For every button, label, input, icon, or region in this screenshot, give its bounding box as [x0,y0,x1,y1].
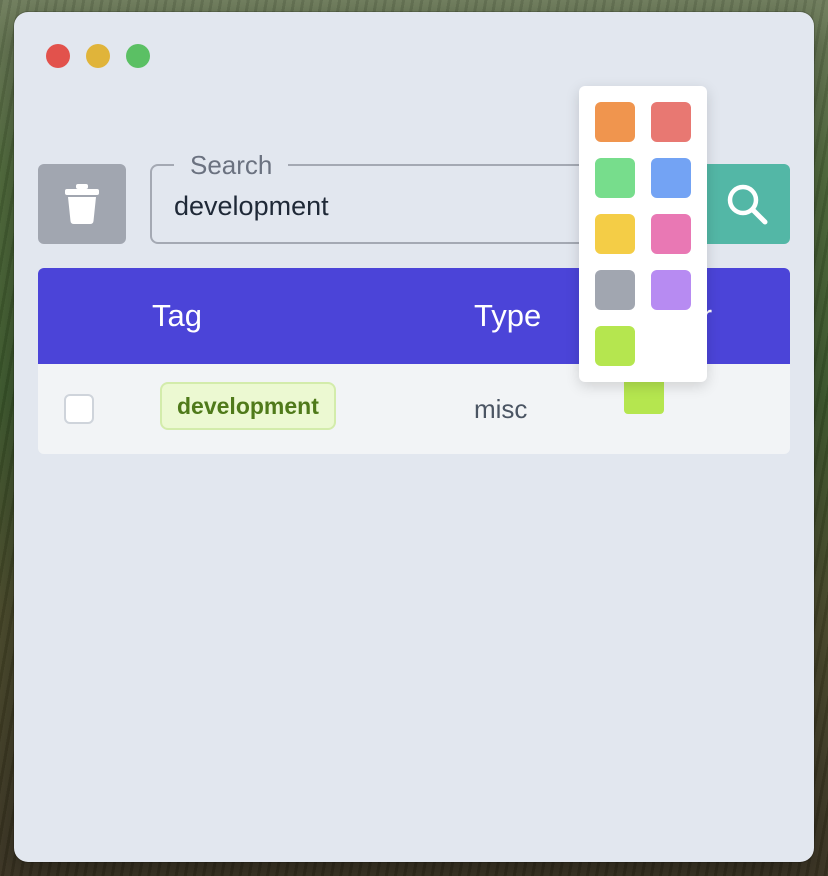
column-header-type[interactable]: Type [474,298,541,334]
type-cell: misc [474,394,528,424]
color-option-pink[interactable] [651,214,691,254]
trash-icon [65,184,99,224]
search-label: Search [174,150,289,181]
color-picker-popover [579,86,707,382]
row-checkbox[interactable] [64,394,94,424]
color-option-gray[interactable] [595,270,635,310]
search-field: Search [150,150,620,244]
column-header-tag[interactable]: Tag [152,298,202,334]
color-option-blue[interactable] [651,158,691,198]
close-window-button[interactable] [46,44,70,68]
search-input[interactable] [174,186,594,226]
color-option-orange[interactable] [595,102,635,142]
window-controls [46,44,150,68]
minimize-window-button[interactable] [86,44,110,68]
color-option-purple[interactable] [651,270,691,310]
search-icon [727,184,768,225]
color-option-green[interactable] [595,158,635,198]
color-option-red[interactable] [651,102,691,142]
delete-button[interactable] [38,164,126,244]
app-window: Search Tag Type Color development misc [14,12,814,862]
tag-badge[interactable]: development [160,382,336,430]
maximize-window-button[interactable] [126,44,150,68]
color-option-yellow[interactable] [595,214,635,254]
color-option-lime[interactable] [595,326,635,366]
search-button[interactable] [704,164,790,244]
